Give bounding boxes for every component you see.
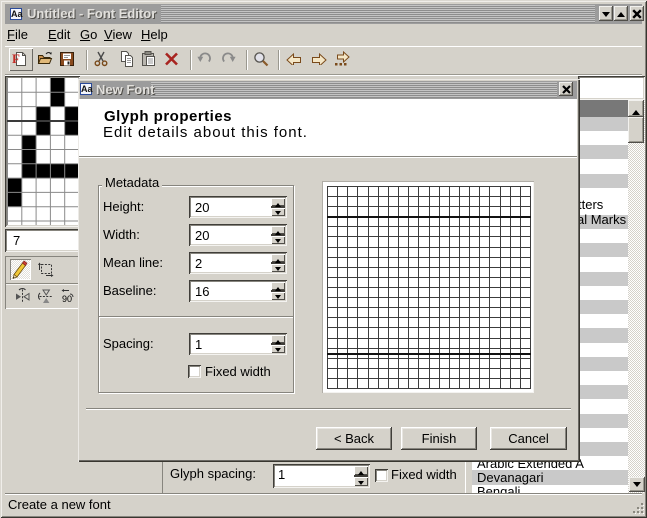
svg-text:F: F <box>12 51 20 66</box>
svg-text:90: 90 <box>62 294 72 304</box>
